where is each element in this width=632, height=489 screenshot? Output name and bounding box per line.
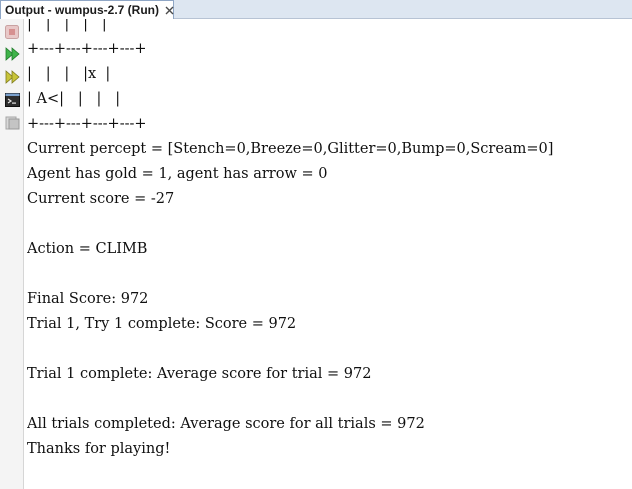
- console-icon[interactable]: [4, 92, 20, 108]
- console-line: | | | |x |: [27, 66, 111, 82]
- console-line: +---+---+---+---+: [27, 116, 147, 132]
- stop-icon[interactable]: [4, 24, 20, 40]
- close-icon[interactable]: [165, 4, 174, 16]
- console-line: | | | | |: [27, 19, 107, 32]
- console-line: Final Score: 972: [27, 291, 149, 307]
- rerun-with-options-icon[interactable]: [4, 69, 20, 85]
- console-line: Action = CLIMB: [27, 241, 148, 257]
- clear-output-icon[interactable]: [4, 115, 20, 131]
- console-line: Current score = -27: [27, 191, 175, 207]
- console-line: All trials completed: Average score for …: [27, 416, 425, 432]
- console-line: Trial 1 complete: Average score for tria…: [27, 366, 372, 382]
- output-window: Output - wumpus-2.7 (Run) | | | | | +---…: [0, 0, 632, 489]
- output-toolbar: [0, 19, 24, 489]
- console-line: +---+---+---+---+: [27, 41, 147, 57]
- console-line: Trial 1, Try 1 complete: Score = 972: [27, 316, 297, 332]
- tab-title: Output - wumpus-2.7 (Run): [5, 3, 159, 17]
- rerun-icon[interactable]: [4, 46, 20, 62]
- tab-output-run[interactable]: Output - wumpus-2.7 (Run): [0, 0, 174, 19]
- console-line: Current percept = [Stench=0,Breeze=0,Gli…: [27, 141, 554, 157]
- console-line: | A<| | | |: [27, 91, 121, 107]
- tab-bar: Output - wumpus-2.7 (Run): [0, 0, 632, 19]
- console-output[interactable]: | | | | | +---+---+---+---+ | | | |x | | A<…: [27, 19, 627, 489]
- console-line: Thanks for playing!: [27, 441, 171, 457]
- console-line: Agent has gold = 1, agent has arrow = 0: [27, 166, 328, 182]
